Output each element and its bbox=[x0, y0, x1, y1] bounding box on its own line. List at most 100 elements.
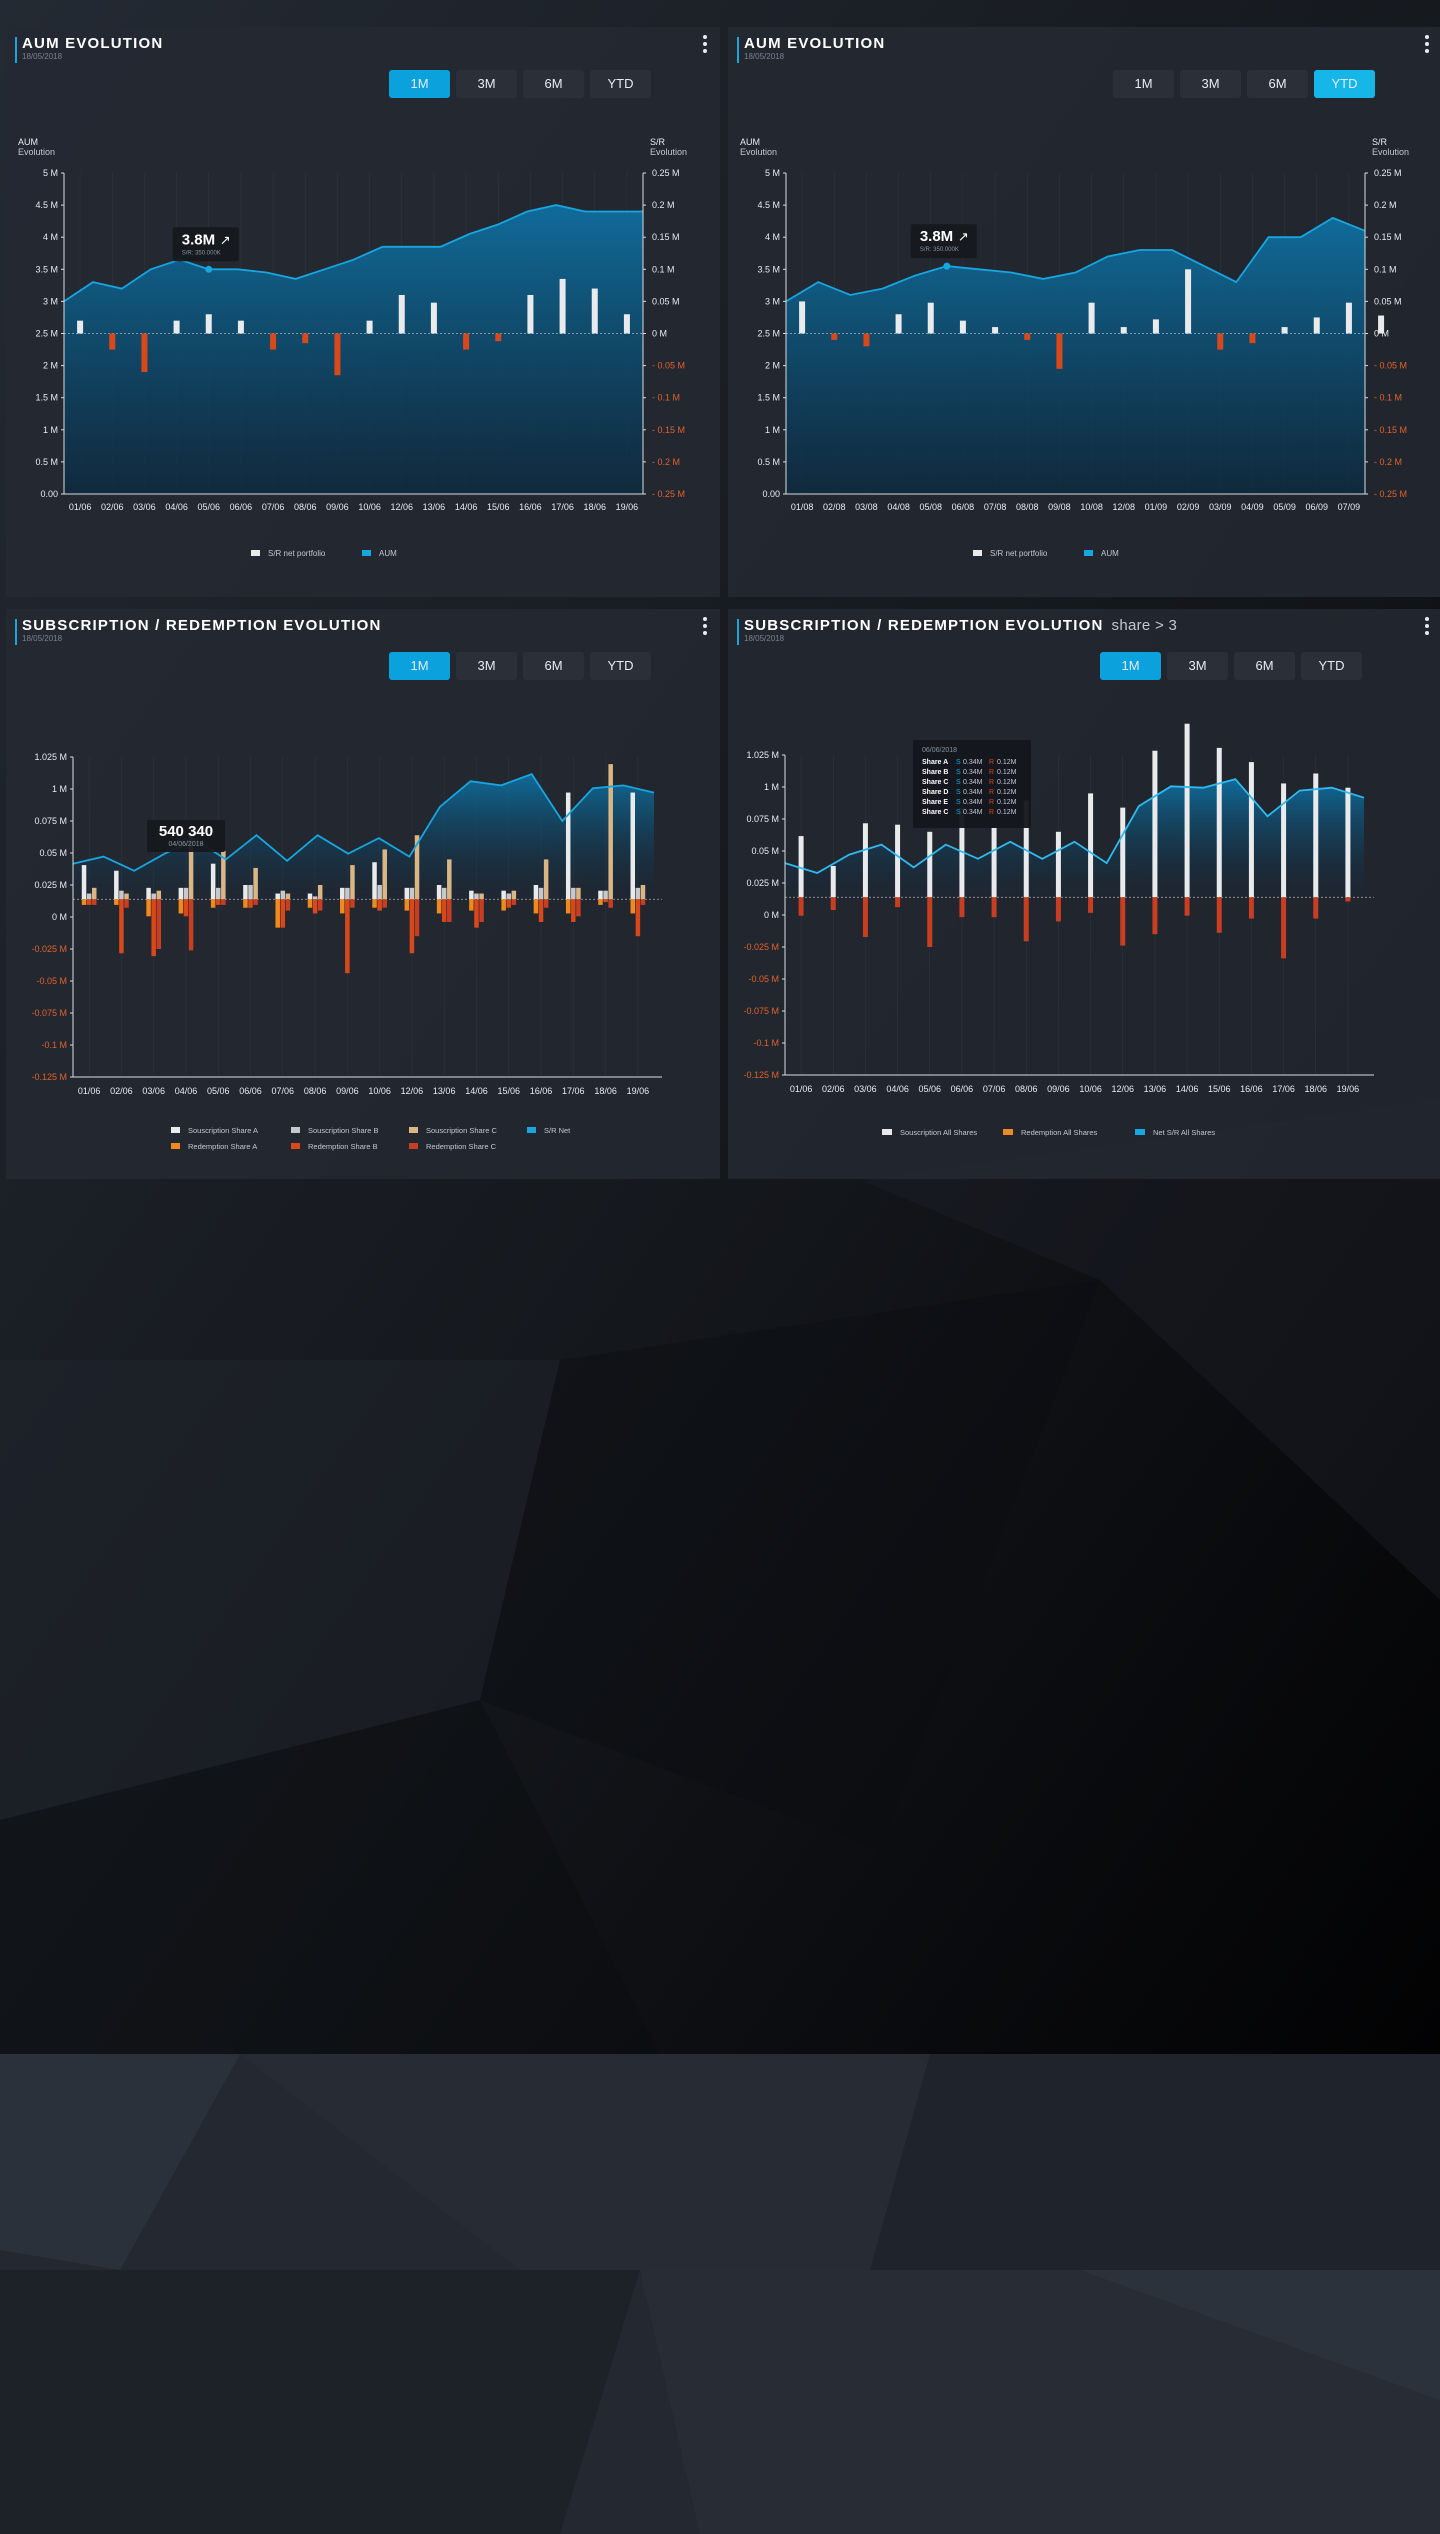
left-tick-label: 0.5 M bbox=[757, 457, 780, 467]
right-tick-label: - 0.15 M bbox=[1374, 425, 1407, 435]
right-tick-label: - 0.25 M bbox=[652, 489, 685, 499]
y-tick-label: -0.1 M bbox=[41, 1040, 67, 1050]
sr-net-bar-positive bbox=[1185, 269, 1192, 334]
aum-area bbox=[64, 205, 643, 494]
y-tick-label: -0.025 M bbox=[31, 944, 67, 954]
tooltip-date: 04/06/2018 bbox=[168, 841, 203, 848]
subscription-share-c-bar bbox=[91, 887, 97, 900]
redemption-share-a-bar bbox=[178, 899, 184, 914]
legend-swatch bbox=[409, 1127, 418, 1133]
redemption-share-a-bar bbox=[501, 899, 506, 911]
redemption-share-a-bar bbox=[565, 899, 571, 914]
y-tick-label: -0.125 M bbox=[31, 1072, 67, 1082]
x-tick-label: 05/06 bbox=[207, 1086, 230, 1096]
redemption-share-b-bar bbox=[441, 899, 447, 922]
redemption-share-c-bar bbox=[543, 899, 549, 908]
redemption-bar bbox=[1216, 897, 1222, 933]
y-tick-label: 0.025 M bbox=[746, 878, 779, 888]
subscription-bar bbox=[991, 827, 997, 898]
sr-net-bar-negative bbox=[863, 333, 870, 347]
x-tick-label: 16/06 bbox=[1240, 1084, 1263, 1094]
left-tick-label: 0.00 bbox=[762, 489, 780, 499]
subscription-share-b-bar bbox=[280, 890, 286, 900]
redemption-share-c-bar bbox=[188, 899, 194, 951]
x-tick-label: 14/06 bbox=[455, 502, 478, 512]
subscription-share-b-bar bbox=[345, 887, 350, 900]
x-tick-label: 05/06 bbox=[197, 502, 220, 512]
subscription-share-a-bar bbox=[146, 887, 151, 900]
subscription-share-a-bar bbox=[404, 887, 410, 900]
tooltip-r-value: 0.12M bbox=[997, 779, 1017, 786]
redemption-share-b-bar bbox=[538, 899, 544, 922]
subscription-share-c-bar bbox=[447, 859, 452, 900]
x-tick-label: 06/08 bbox=[952, 502, 975, 512]
x-tick-label: 13/06 bbox=[433, 1086, 456, 1096]
sr-net-bar-negative bbox=[1056, 333, 1063, 369]
legend-swatch bbox=[1084, 550, 1093, 556]
left-tick-label: 1 M bbox=[43, 425, 58, 435]
redemption-share-a-bar bbox=[436, 899, 442, 914]
subscription-share-c-bar bbox=[576, 887, 581, 900]
x-tick-label: 09/06 bbox=[326, 502, 349, 512]
y-tick-label: 0 M bbox=[764, 910, 779, 920]
trend-up-icon: ↗ bbox=[958, 229, 969, 244]
x-tick-label: 15/06 bbox=[487, 502, 510, 512]
tooltip-r-value: 0.12M bbox=[997, 809, 1017, 816]
sr-net-bar-positive bbox=[398, 294, 405, 334]
left-tick-label: 0.00 bbox=[40, 489, 58, 499]
right-tick-label: 0 M bbox=[652, 329, 667, 339]
sr-net-bar-positive bbox=[366, 320, 373, 334]
subscription-share-a-bar bbox=[210, 863, 216, 900]
legend-label: Souscription All Shares bbox=[900, 1128, 977, 1137]
legend-label: S/R net portfolio bbox=[268, 549, 326, 558]
redemption-share-a-bar bbox=[469, 899, 474, 911]
right-tick-label: - 0.2 M bbox=[652, 457, 680, 467]
sr-net-bar-positive bbox=[959, 320, 966, 334]
legend-label: Souscription Share A bbox=[188, 1126, 258, 1135]
redemption-share-b-bar bbox=[312, 899, 318, 914]
subscription-share-b-bar bbox=[409, 887, 415, 900]
redemption-share-b-bar bbox=[506, 899, 511, 908]
x-tick-label: 05/09 bbox=[1273, 502, 1296, 512]
redemption-share-b-bar bbox=[571, 899, 576, 922]
legend-swatch bbox=[291, 1127, 300, 1133]
subscription-share-b-bar bbox=[571, 887, 576, 900]
right-tick-label: - 0.15 M bbox=[652, 425, 685, 435]
x-tick-label: 04/06 bbox=[165, 502, 188, 512]
right-tick-label: - 0.05 M bbox=[1374, 361, 1407, 371]
aum-chart: AUMEvolutionS/REvolution5 M4.5 M4 M3.5 M… bbox=[18, 137, 687, 558]
y-tick-label: -0.05 M bbox=[36, 976, 67, 986]
tooltip-share-name: Share C bbox=[922, 809, 948, 816]
redemption-share-c-bar bbox=[382, 899, 387, 908]
x-tick-label: 19/06 bbox=[616, 502, 639, 512]
right-tick-label: 0.05 M bbox=[652, 296, 680, 306]
redemption-share-c-bar bbox=[640, 899, 646, 905]
legend-label: Redemption All Shares bbox=[1021, 1128, 1098, 1137]
tooltip-s-value: 0.34M bbox=[963, 779, 983, 786]
redemption-share-c-bar bbox=[350, 899, 355, 908]
redemption-share-a-bar bbox=[630, 899, 636, 914]
aum-chart: AUMEvolutionS/REvolution5 M4.5 M4 M3.5 M… bbox=[740, 137, 1409, 558]
redemption-bar bbox=[927, 897, 933, 947]
subscription-bar bbox=[1088, 793, 1094, 898]
tooltip-s-value: 0.34M bbox=[963, 769, 983, 776]
redemption-bar bbox=[1345, 897, 1351, 902]
subscription-share-b-bar bbox=[86, 893, 92, 900]
subscription-share-c-bar bbox=[543, 859, 549, 900]
legend-swatch bbox=[1003, 1129, 1013, 1135]
redemption-bar bbox=[1281, 897, 1287, 959]
sr-net-bar-negative bbox=[141, 333, 148, 373]
sr-net-bar-negative bbox=[1024, 333, 1031, 340]
tooltip-r-label: R bbox=[989, 799, 994, 806]
legend-label: AUM bbox=[1101, 549, 1119, 558]
x-tick-label: 02/06 bbox=[101, 502, 124, 512]
x-tick-label: 15/06 bbox=[1208, 1084, 1231, 1094]
legend-swatch bbox=[527, 1127, 536, 1133]
y-tick-label: -0.075 M bbox=[743, 1006, 779, 1016]
subscription-redemption-panel: SUBSCRIPTION / REDEMPTION EVOLUTION 18/0… bbox=[6, 609, 720, 1179]
sr-net-area bbox=[785, 779, 1364, 898]
left-tick-label: 3 M bbox=[765, 296, 780, 306]
x-tick-label: 17/06 bbox=[551, 502, 574, 512]
tooltip-r-value: 0.12M bbox=[997, 799, 1017, 806]
x-tick-label: 07/08 bbox=[984, 502, 1007, 512]
